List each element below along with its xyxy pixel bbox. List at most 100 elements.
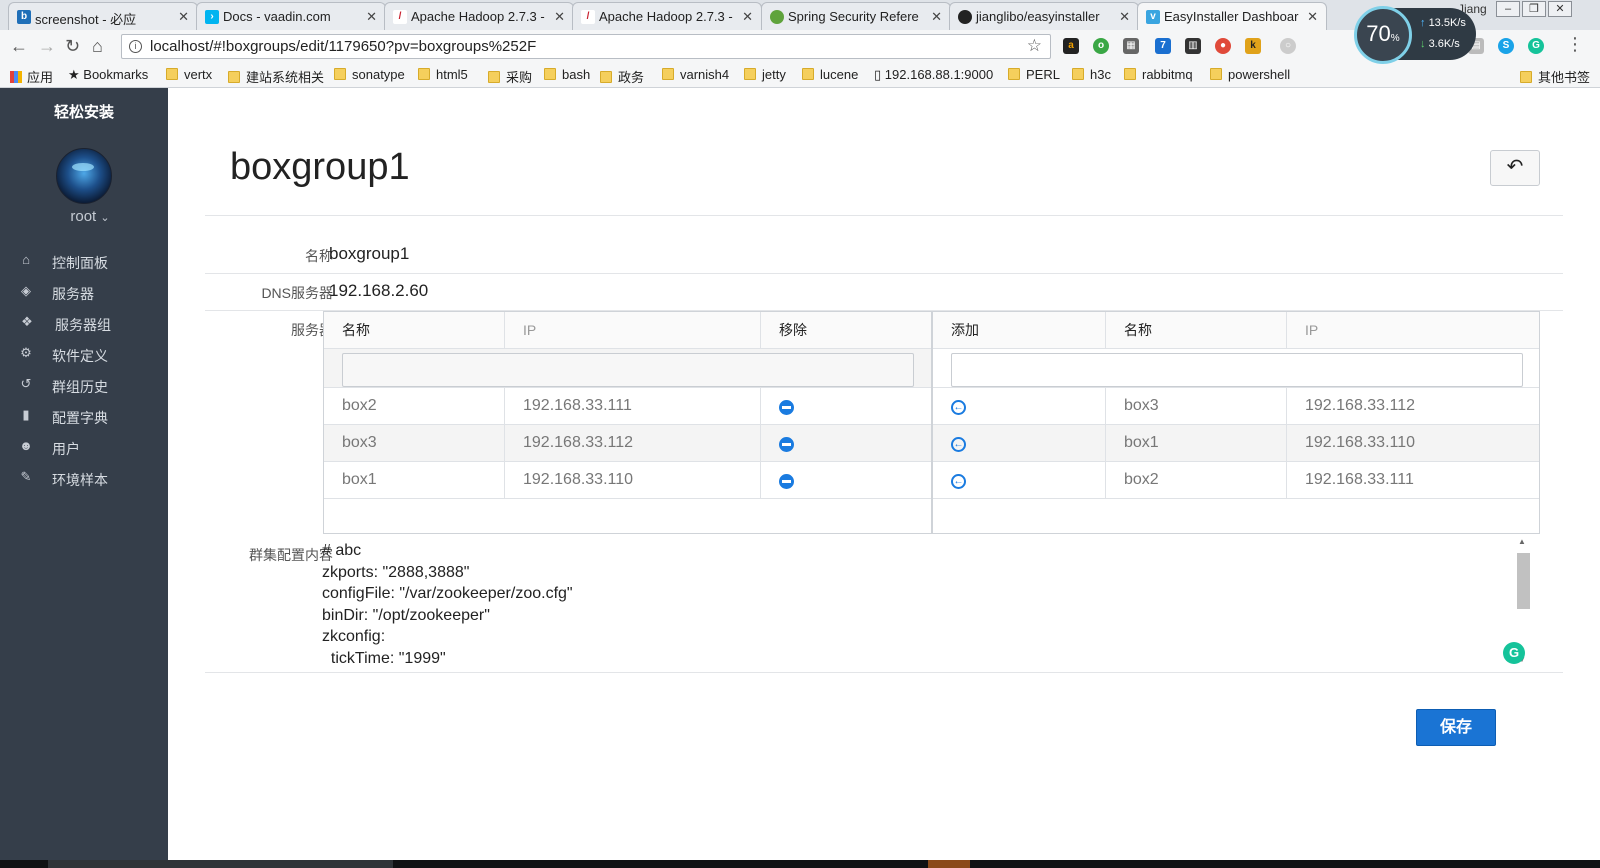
taskbar-item[interactable] (48, 860, 393, 868)
extension-icon[interactable]: ● (1215, 38, 1231, 54)
book-icon: ▮ (22, 407, 30, 422)
close-icon[interactable]: ✕ (366, 9, 377, 25)
menu-icon[interactable]: ⋮ (1566, 34, 1584, 54)
sidebar-item-users[interactable]: ☻ 用户 (0, 431, 168, 462)
extension-icon[interactable]: ○ (1280, 38, 1296, 54)
column-header[interactable]: 名称 (1106, 312, 1287, 348)
bookmark-other[interactable]: 其他书签 (1520, 67, 1590, 86)
apps-grid-icon (10, 71, 22, 83)
scroll-thumb[interactable] (1517, 553, 1530, 609)
bookmark-folder[interactable]: bash (544, 67, 590, 82)
server-ip: 192.168.33.110 (505, 462, 761, 498)
bookmark-folder[interactable]: lucene (802, 67, 858, 82)
table-row[interactable]: ← box3 192.168.33.112 (933, 388, 1539, 425)
extension-icon[interactable]: k (1245, 38, 1261, 54)
table-row[interactable]: box3 192.168.33.112 (324, 425, 931, 462)
bookmark-star-icon[interactable]: ☆ (1027, 36, 1042, 56)
bookmark-folder[interactable]: PERL (1008, 67, 1060, 82)
extension-icon[interactable]: ▦ (1123, 38, 1139, 54)
bookmark-folder[interactable]: powershell (1210, 67, 1290, 82)
amazon-extension-icon[interactable]: a (1063, 38, 1079, 54)
bookmark-folder[interactable]: sonatype (334, 67, 405, 82)
remove-circle-icon[interactable] (779, 437, 794, 452)
bookmark-page[interactable]: ▯ 192.168.88.1:9000 (874, 67, 993, 83)
sidebar-item-dashboard[interactable]: ⌂ 控制面板 (0, 245, 168, 276)
taskbar-item[interactable] (928, 860, 970, 868)
table-row[interactable]: ← box1 192.168.33.110 (933, 425, 1539, 462)
save-button[interactable]: 保存 (1416, 709, 1496, 746)
remove-cell (761, 388, 933, 424)
close-icon[interactable]: ✕ (931, 9, 942, 25)
home-icon[interactable]: ⌂ (92, 36, 103, 56)
sidebar-item-server-groups[interactable]: ❖ 服务器组 (0, 307, 168, 338)
server-ip: 192.168.33.111 (505, 388, 761, 424)
add-circle-arrow-icon[interactable]: ← (951, 474, 966, 489)
table-row[interactable]: box1 192.168.33.110 (324, 462, 931, 499)
bookmark-folder[interactable]: h3c (1072, 67, 1111, 82)
browser-tab[interactable]: jianglibo/easyinstaller ✕ (949, 2, 1139, 30)
sidebar-item-config-dictionary[interactable]: ▮ 配置字典 (0, 400, 168, 431)
address-bar[interactable]: i localhost/#!boxgroups/edit/1179650?pv=… (121, 34, 1051, 59)
browser-tab[interactable]: / Apache Hadoop 2.7.3 - ✕ (572, 2, 762, 30)
sidebar-item-servers[interactable]: ◈ 服务器 (0, 276, 168, 307)
close-icon[interactable]: ✕ (1119, 9, 1130, 25)
extension-icon[interactable]: ▥ (1185, 38, 1201, 54)
filter-row (324, 349, 931, 388)
sidebar-item-software[interactable]: ⚙ 软件定义 (0, 338, 168, 369)
minimize-icon[interactable]: – (1496, 1, 1520, 17)
bookmark-folder[interactable]: 采购 (488, 67, 532, 86)
chevron-down-icon: ⌄ (100, 212, 110, 224)
bookmark-apps[interactable]: 应用 (10, 67, 53, 86)
server-name: box2 (324, 388, 505, 424)
add-circle-arrow-icon[interactable]: ← (951, 400, 966, 415)
grammarly-icon[interactable]: G (1528, 38, 1544, 54)
remove-circle-icon[interactable] (779, 400, 794, 415)
close-icon[interactable]: ✕ (742, 9, 753, 25)
forward-arrow-icon[interactable]: → (38, 36, 56, 56)
table-row[interactable]: ← box2 192.168.33.111 (933, 462, 1539, 499)
close-icon[interactable]: ✕ (554, 9, 565, 25)
bookmark-folder[interactable]: vertx (166, 67, 212, 82)
config-textarea[interactable]: # abc zkports: "2888,3888" configFile: "… (322, 534, 1532, 668)
user-menu[interactable]: root ⌄ (0, 208, 180, 225)
close-icon[interactable]: ✕ (1307, 9, 1318, 25)
servers-label: 服务器 (291, 322, 333, 338)
skype-icon[interactable]: S (1498, 38, 1514, 54)
extension-icon[interactable]: o (1093, 38, 1109, 54)
app-brand[interactable]: 轻松安装 (0, 101, 168, 122)
back-button[interactable]: ↶ (1490, 150, 1540, 186)
reload-icon[interactable]: ↻ (65, 36, 80, 56)
sidebar-item-env-samples[interactable]: ✎ 环境样本 (0, 462, 168, 493)
download-speed: ↓ 3.6K/s (1420, 38, 1460, 50)
browser-tab[interactable]: / Apache Hadoop 2.7.3 - ✕ (384, 2, 574, 30)
browser-tab[interactable]: Spring Security Refere ✕ (761, 2, 951, 30)
filter-input[interactable] (342, 353, 914, 387)
bookmark-folder[interactable]: 建站系统相关 (228, 67, 324, 86)
bookmark-folder[interactable]: html5 (418, 67, 468, 82)
back-arrow-icon[interactable]: ← (10, 36, 28, 56)
maximize-icon[interactable]: ❐ (1522, 1, 1546, 17)
bookmark-folder[interactable]: 政务 (600, 67, 644, 86)
bookmark-item[interactable]: ★ Bookmarks (68, 67, 148, 83)
extension-icon[interactable]: 7 (1155, 38, 1171, 54)
table-row[interactable]: box2 192.168.33.111 (324, 388, 931, 425)
column-header[interactable]: IP (505, 312, 761, 348)
add-circle-arrow-icon[interactable]: ← (951, 437, 966, 452)
browser-tab-active[interactable]: v EasyInstaller Dashboar ✕ (1137, 2, 1327, 30)
browser-tab[interactable]: › Docs - vaadin.com ✕ (196, 2, 386, 30)
column-header[interactable]: 名称 (324, 312, 505, 348)
sidebar-item-history[interactable]: ↺ 群组历史 (0, 369, 168, 400)
filter-input[interactable] (951, 353, 1523, 387)
column-header[interactable]: IP (1287, 312, 1541, 348)
bookmark-folder[interactable]: varnish4 (662, 67, 729, 82)
scroll-up-icon[interactable]: ▲ (1518, 537, 1526, 546)
info-icon[interactable]: i (129, 40, 142, 53)
grammarly-icon[interactable]: G (1503, 642, 1525, 664)
remove-circle-icon[interactable] (779, 474, 794, 489)
bookmark-folder[interactable]: jetty (744, 67, 786, 82)
close-icon[interactable]: ✕ (178, 9, 189, 25)
bookmark-folder[interactable]: rabbitmq (1124, 67, 1193, 82)
window-close-icon[interactable]: ✕ (1548, 1, 1572, 17)
browser-tab[interactable]: b screenshot - 必应 ✕ (8, 2, 198, 30)
wrench-icon: ✎ (20, 469, 32, 484)
